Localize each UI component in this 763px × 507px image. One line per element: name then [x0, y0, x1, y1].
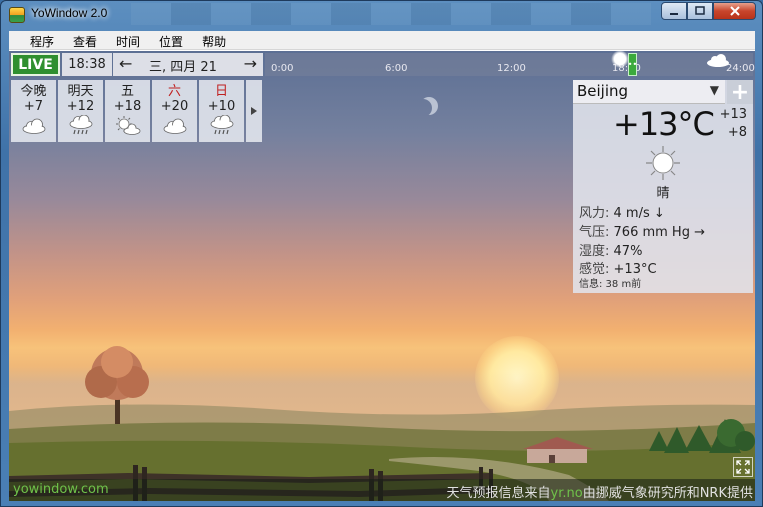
- pressure-label: 气压:: [579, 225, 610, 240]
- taskbar-preview-strip: [131, 3, 651, 25]
- credit-prefix: 天气预报信息来自: [446, 486, 551, 501]
- forecast-day[interactable]: 六 +20: [152, 80, 197, 142]
- window-title: YoWindow 2.0: [31, 6, 108, 20]
- pressure-row: 气压: 766 mm Hg →: [579, 221, 705, 240]
- weather-scene: LIVE 18:38 ← 三, 四月 21 → 0:00 6:00 12:00 …: [9, 51, 755, 501]
- sun-icon: [646, 146, 680, 180]
- current-temperature: +13°C: [613, 105, 715, 143]
- location-name: Beijing: [577, 82, 629, 100]
- forecast-day-name: 今晚: [20, 84, 47, 99]
- humidity-label: 湿度:: [579, 244, 610, 259]
- sun-cloud-icon: [105, 114, 150, 138]
- forecast-temp: +12: [66, 99, 95, 114]
- cloud-icon: [152, 114, 197, 138]
- high-temperature: +13: [719, 107, 747, 122]
- forecast-day-name: 明天: [67, 84, 94, 99]
- window-controls: [661, 2, 756, 20]
- timeline-now-handle[interactable]: ••: [628, 53, 637, 76]
- wind-label: 风力:: [579, 206, 610, 221]
- yowindow-app-icon: [9, 7, 25, 23]
- low-temperature: +8: [727, 125, 747, 140]
- forecast-day[interactable]: 今晚 +7: [11, 80, 56, 142]
- rain-icon: [58, 114, 103, 138]
- timeline-bar: LIVE 18:38 ← 三, 四月 21 → 0:00 6:00 12:00 …: [9, 51, 755, 77]
- close-button[interactable]: [713, 2, 756, 20]
- next-day-arrow-icon[interactable]: →: [244, 54, 257, 73]
- timeline-cloud-icon: [707, 54, 729, 67]
- forecast-day[interactable]: 日 +10: [199, 80, 244, 142]
- menu-program[interactable]: 程序: [23, 31, 66, 49]
- expand-icon: [736, 460, 750, 474]
- current-conditions-panel: Beijing ▼ + +13°C +13 +8 晴 风力: 4 m/s ↓ 气…: [573, 80, 753, 293]
- forecast-day[interactable]: 明天 +12: [58, 80, 103, 142]
- timeline-tick: 12:00: [497, 63, 526, 74]
- humidity-value: 47%: [613, 244, 643, 259]
- maximize-icon: [695, 6, 705, 15]
- play-right-icon: [251, 107, 257, 115]
- date-text: 三, 四月 21: [149, 60, 217, 75]
- forecast-temp: +20: [160, 99, 189, 114]
- moon-icon: [414, 99, 432, 117]
- credit-text: 天气预报信息来自yr.no由挪威气象研究所和NRK提供: [447, 482, 753, 501]
- condition-text: 晴: [656, 186, 670, 201]
- menu-time[interactable]: 时间: [109, 31, 152, 49]
- minimize-button[interactable]: [661, 2, 687, 20]
- humidity-row: 湿度: 47%: [579, 240, 642, 259]
- timeline-slider[interactable]: 0:00 6:00 12:00 18:00 24:00 ••: [265, 51, 755, 76]
- minimize-icon: [670, 13, 678, 15]
- pressure-value: 766 mm Hg →: [613, 225, 705, 240]
- forecast-temp: +18: [113, 99, 142, 114]
- add-location-button[interactable]: +: [727, 80, 753, 105]
- rain-icon: [199, 114, 244, 138]
- current-time[interactable]: 18:38: [62, 53, 112, 76]
- menu-location[interactable]: 位置: [152, 31, 195, 49]
- forecast-day-name: 六: [167, 84, 181, 99]
- live-button[interactable]: LIVE: [11, 53, 60, 76]
- menu-view[interactable]: 查看: [66, 31, 109, 49]
- tree: [85, 346, 149, 424]
- timeline-tick: 6:00: [385, 63, 408, 74]
- menu-help[interactable]: 帮助: [195, 31, 238, 49]
- update-info: 信息: 38 m前: [579, 279, 642, 290]
- wind-row: 风力: 4 m/s ↓: [579, 202, 665, 221]
- forecast-panel: 今晚 +7 明天 +12 五 +18 六 +20 日 +10: [11, 80, 262, 142]
- maximize-button[interactable]: [687, 2, 713, 20]
- source-link[interactable]: yr.no: [551, 486, 583, 501]
- cloud-icon: [11, 114, 56, 138]
- client-area: 程序 查看 时间 位置 帮助 LIVE 18:38 ← 三, 四月 21 → 0…: [9, 31, 755, 501]
- forecast-next-button[interactable]: [246, 80, 262, 142]
- fullscreen-button[interactable]: [733, 457, 753, 477]
- close-icon: [729, 6, 740, 16]
- timeline-tick: 0:00: [271, 63, 294, 74]
- wind-value: 4 m/s ↓: [613, 206, 665, 221]
- title-bar[interactable]: YoWindow 2.0: [1, 1, 762, 28]
- location-dropdown[interactable]: Beijing ▼: [573, 80, 725, 104]
- forecast-temp: +10: [207, 99, 236, 114]
- app-window: YoWindow 2.0 程序 查看 时间 位置 帮助 LIVE 18:38 ←…: [0, 0, 763, 507]
- forecast-temp: +7: [23, 99, 44, 114]
- menu-bar: 程序 查看 时间 位置 帮助: [9, 31, 755, 50]
- date-selector: ← 三, 四月 21 →: [113, 53, 263, 76]
- credit-suffix: 由挪威气象研究所和NRK提供: [582, 486, 753, 501]
- site-link[interactable]: yowindow.com: [13, 482, 109, 497]
- chevron-down-icon: ▼: [709, 83, 719, 97]
- forecast-day-name: 日: [214, 84, 228, 99]
- forecast-day-name: 五: [120, 84, 134, 99]
- prev-day-arrow-icon[interactable]: ←: [119, 54, 132, 73]
- forecast-day[interactable]: 五 +18: [105, 80, 150, 142]
